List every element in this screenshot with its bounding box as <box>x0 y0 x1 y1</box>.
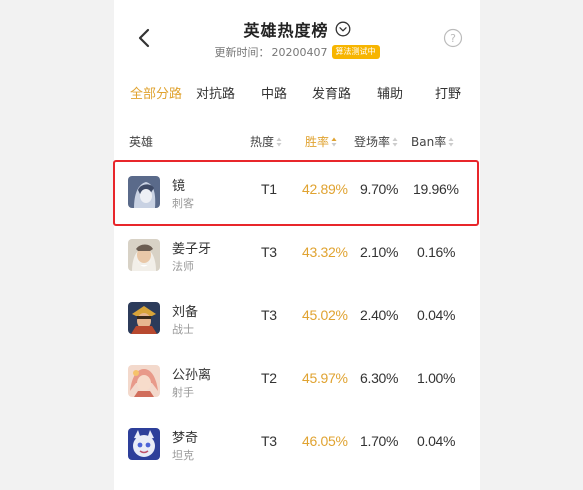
avatar <box>128 365 160 397</box>
hero-name: 刘备 <box>172 305 199 320</box>
win-rate: 46.05% <box>302 433 348 449</box>
column-pick-rate[interactable]: 登场率 <box>354 133 398 150</box>
win-rate: 43.32% <box>302 244 348 260</box>
heat-tier: T1 <box>261 181 277 197</box>
update-date: 20200407 <box>271 45 328 59</box>
ban-rate: 1.00% <box>417 370 456 386</box>
hero-role: 刺客 <box>172 197 194 210</box>
ban-rate: 19.96% <box>413 181 459 197</box>
pick-rate: 6.30% <box>360 370 399 386</box>
avatar <box>128 302 160 334</box>
tab-jungle[interactable]: 打野 <box>435 83 461 102</box>
page-title-text: 英雄热度榜 <box>243 21 329 40</box>
tab-clash-lane[interactable]: 对抗路 <box>196 83 235 102</box>
hero-name: 姜子牙 <box>172 242 212 257</box>
avatar <box>128 428 160 460</box>
heat-tier: T3 <box>261 433 277 449</box>
heat-tier: T3 <box>261 307 277 323</box>
ban-rate: 0.04% <box>417 433 456 449</box>
tab-support[interactable]: 辅助 <box>377 83 403 102</box>
column-ban-rate[interactable]: Ban率 <box>411 133 454 150</box>
svg-text:?: ? <box>450 32 456 45</box>
heat-tier: T3 <box>261 244 277 260</box>
lane-tabs: 全部分路 对抗路 中路 发育路 辅助 打野 <box>114 83 480 109</box>
win-rate: 45.02% <box>302 307 348 323</box>
update-time: 更新时间： 20200407 算法测试中 <box>114 44 480 60</box>
table-row[interactable]: 姜子牙 法师 T3 43.32% 2.10% 0.16% <box>114 228 480 291</box>
tab-mid-lane[interactable]: 中路 <box>261 83 287 102</box>
status-badge: 算法测试中 <box>331 45 380 59</box>
pick-rate: 2.40% <box>360 307 399 323</box>
table-row[interactable]: 刘备 战士 T3 45.02% 2.40% 0.04% <box>114 291 480 354</box>
table-row[interactable]: 镜 刺客 T1 42.89% 9.70% 19.96% <box>114 165 480 228</box>
table-row[interactable]: 梦奇 坦克 T3 46.05% 1.70% 0.04% <box>114 417 480 480</box>
hero-role: 坦克 <box>172 449 194 462</box>
hero-name: 梦奇 <box>172 431 199 446</box>
update-label: 更新时间： <box>214 46 270 59</box>
hero-role: 射手 <box>172 386 194 399</box>
tab-farm-lane[interactable]: 发育路 <box>312 83 351 102</box>
sort-icon <box>448 137 454 146</box>
column-win-rate[interactable]: 胜率 <box>305 133 337 150</box>
ban-rate: 0.04% <box>417 307 456 323</box>
hero-role: 战士 <box>172 323 194 336</box>
hero-name: 镜 <box>172 179 186 194</box>
hero-role: 法师 <box>172 260 194 273</box>
win-rate: 42.89% <box>302 181 348 197</box>
header: 英雄热度榜 更新时间： 20200407 算法测试中 ? <box>114 0 480 68</box>
sort-icon <box>331 137 337 146</box>
help-icon[interactable]: ? <box>443 28 463 48</box>
avatar <box>128 239 160 271</box>
pick-rate: 1.70% <box>360 433 399 449</box>
table-header: 英雄 热度 胜率 登场率 Ban率 <box>114 133 480 153</box>
pick-rate: 2.10% <box>360 244 399 260</box>
table-row[interactable]: 公孙离 射手 T2 45.97% 6.30% 1.00% <box>114 354 480 417</box>
heat-tier: T2 <box>261 370 277 386</box>
sort-icon <box>392 137 398 146</box>
hero-name: 公孙离 <box>172 368 212 383</box>
tab-all-lanes[interactable]: 全部分路 <box>130 83 182 102</box>
sort-icon <box>276 137 282 146</box>
avatar <box>128 176 160 208</box>
pick-rate: 9.70% <box>360 181 399 197</box>
column-hero: 英雄 <box>129 135 154 149</box>
ban-rate: 0.16% <box>417 244 456 260</box>
page-title: 英雄热度榜 <box>243 17 350 41</box>
win-rate: 45.97% <box>302 370 348 386</box>
chevron-down-icon[interactable] <box>335 21 351 37</box>
column-heat[interactable]: 热度 <box>250 133 282 150</box>
app-screen: 英雄热度榜 更新时间： 20200407 算法测试中 ? 全部分路 对抗路 中路… <box>114 0 480 490</box>
